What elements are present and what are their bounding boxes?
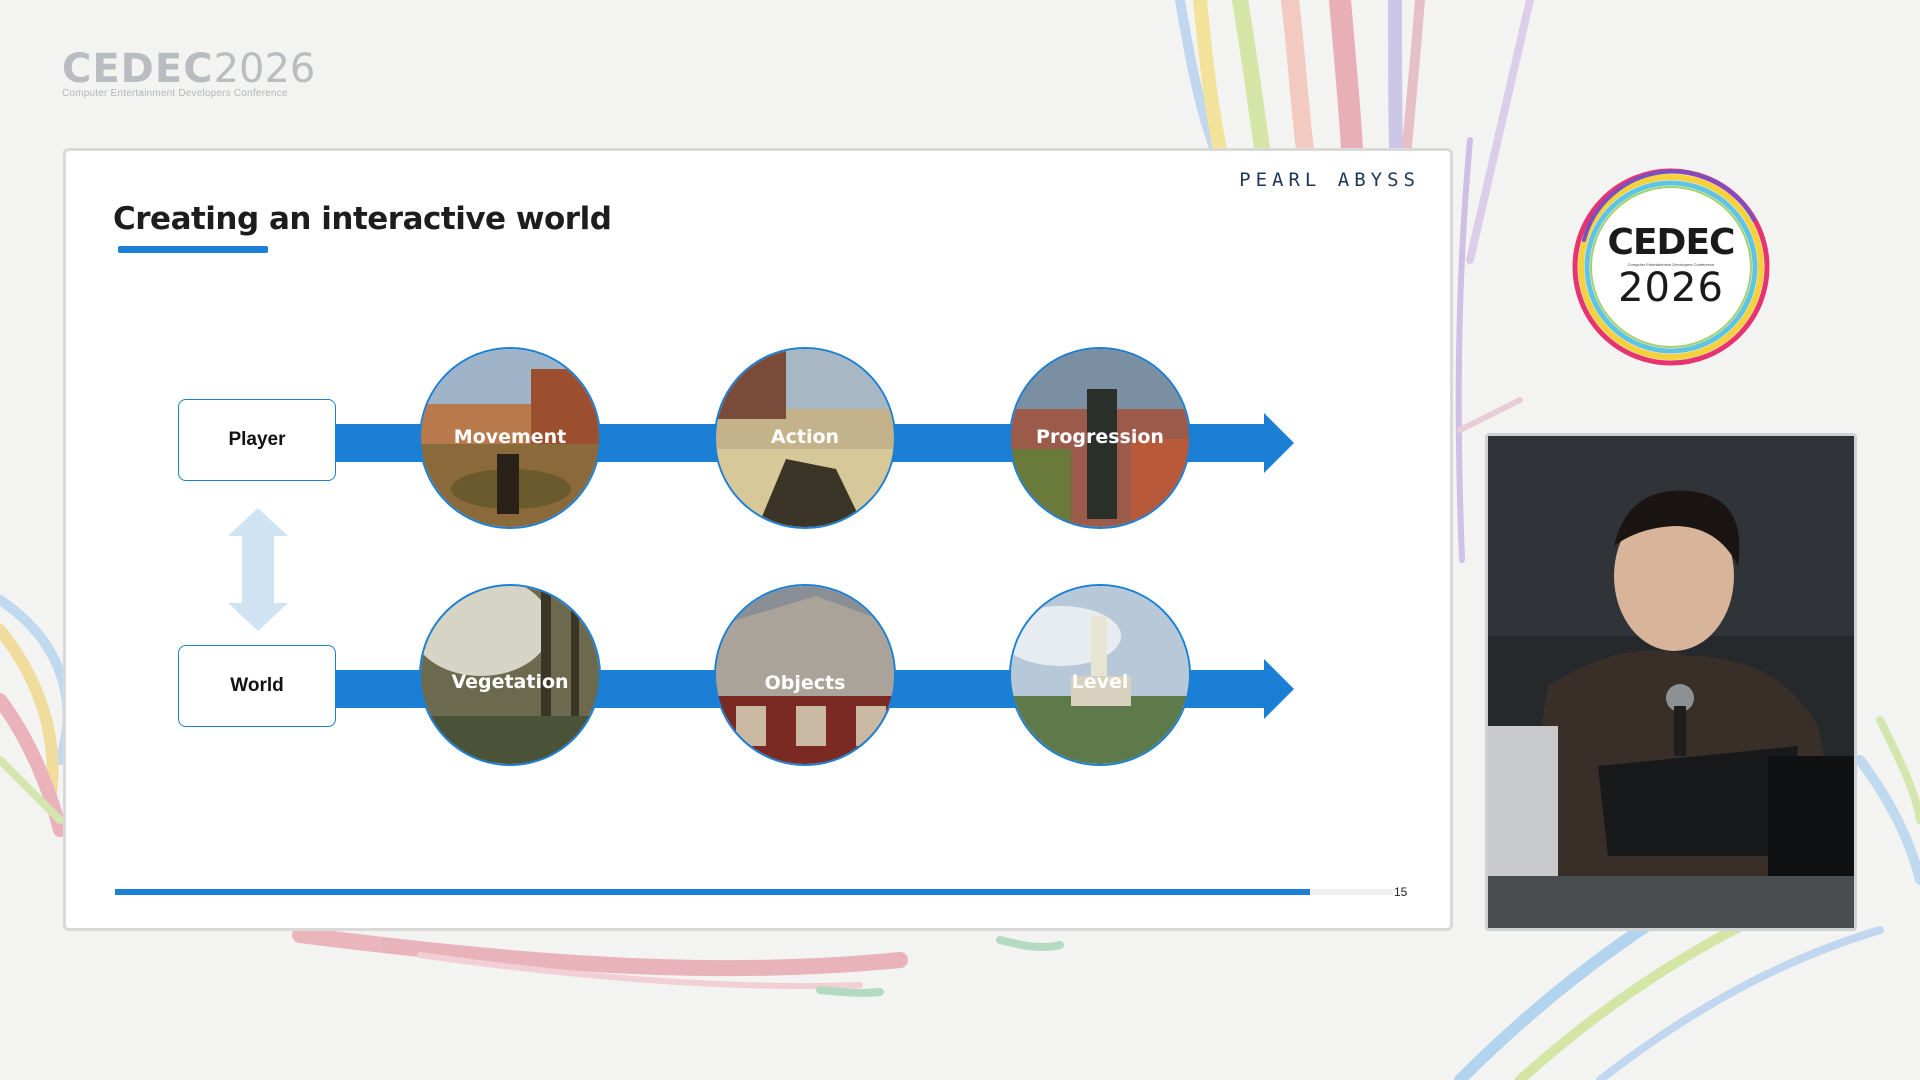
conference-logo-brand: CEDEC bbox=[1607, 222, 1736, 263]
vegetation-label: Vegetation bbox=[451, 671, 569, 693]
world-box: World bbox=[178, 645, 336, 727]
player-world-double-arrow bbox=[228, 508, 288, 631]
level-label: Level bbox=[1071, 671, 1129, 693]
speaker-camera-feed bbox=[1485, 433, 1857, 931]
speaker-video-image bbox=[1488, 436, 1854, 928]
flow-arrows bbox=[228, 413, 1294, 719]
slide-progress-bar bbox=[115, 889, 1393, 895]
movement-label: Movement bbox=[453, 426, 567, 448]
conference-logo: CEDEC Computer Entertainment Developers … bbox=[1564, 160, 1778, 374]
conference-logo-year: 2026 bbox=[1618, 265, 1724, 311]
slide-progress-fill bbox=[115, 889, 1310, 895]
presentation-slide: PEARL ABYSS Creating an interactive worl… bbox=[63, 148, 1453, 931]
event-logo-subtitle: Computer Entertainment Developers Confer… bbox=[62, 88, 288, 99]
action-label: Action bbox=[770, 426, 840, 448]
event-logo-year: 2026 bbox=[213, 46, 316, 92]
objects-label: Objects bbox=[764, 672, 846, 694]
event-logo-brand: CEDEC bbox=[62, 46, 214, 92]
event-logo: CEDEC2026 Computer Entertainment Develop… bbox=[62, 46, 315, 106]
conference-logo-inner: CEDEC Computer Entertainment Developers … bbox=[1592, 188, 1750, 346]
progression-label: Progression bbox=[1036, 426, 1164, 448]
player-box: Player bbox=[178, 399, 336, 481]
page-number: 15 bbox=[1394, 885, 1408, 899]
